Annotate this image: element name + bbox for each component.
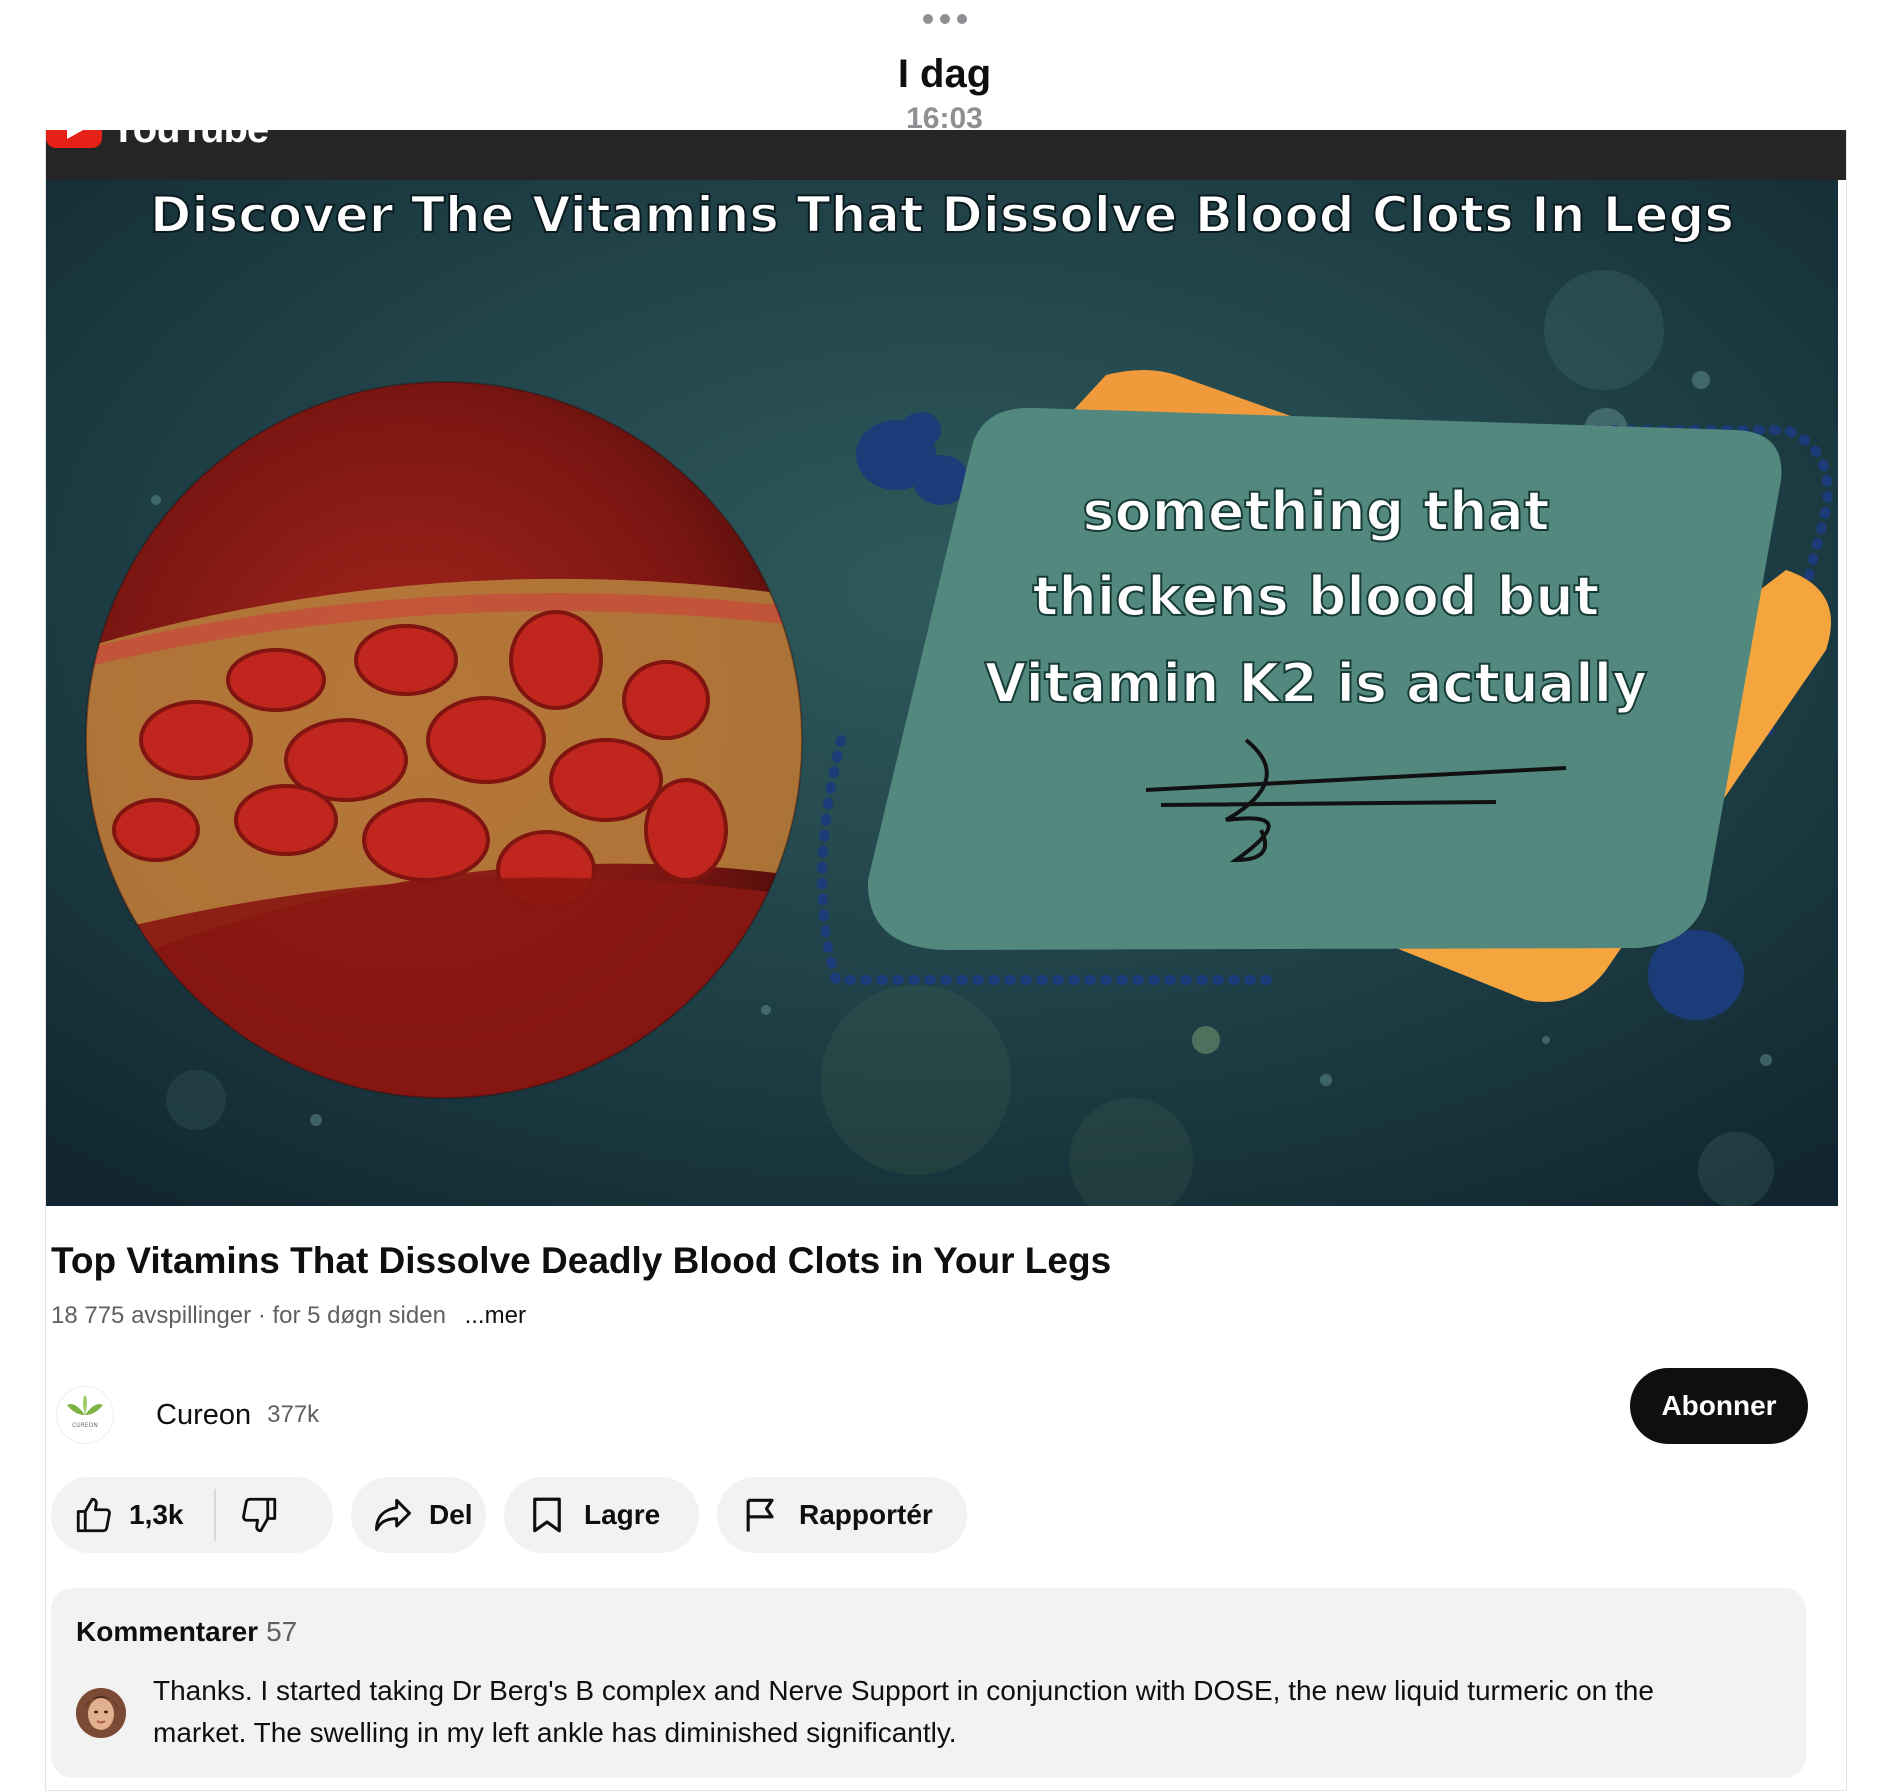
video-title[interactable]: Top Vitamins That Dissolve Deadly Blood … (51, 1240, 1111, 1282)
video-meta: 18 775 avspillinger · for 5 døgn siden .… (51, 1302, 526, 1330)
comments-count: 57 (266, 1616, 298, 1647)
share-button[interactable]: Del (351, 1477, 486, 1553)
dislike-icon (241, 1497, 276, 1533)
save-icon (533, 1497, 561, 1533)
bubble-line-2: thickens blood but (1033, 565, 1600, 628)
more-options-icon[interactable] (922, 14, 967, 24)
commenter-face-icon (76, 1688, 126, 1738)
comments-header: Kommentarer 57 (76, 1616, 297, 1648)
play-logo-icon (46, 130, 102, 148)
commenter-avatar[interactable] (76, 1688, 126, 1738)
like-divider (213, 1489, 216, 1541)
subscriber-count: 377k (267, 1401, 320, 1428)
report-flag-icon (746, 1498, 774, 1532)
date-label: I dag (897, 52, 992, 96)
conversation-header: I dag 16:03 (0, 0, 1889, 135)
youtube-top-bar: YouTube (46, 130, 1846, 180)
comments-label: Kommentarer (76, 1616, 259, 1647)
save-label: Lagre (584, 1499, 661, 1530)
comments-panel[interactable]: Kommentarer 57 Thanks. I started taking D… (51, 1588, 1806, 1778)
top-comment-text: Thanks. I started taking Dr Berg's B com… (153, 1675, 1654, 1748)
channel-name[interactable]: Cureon (156, 1399, 251, 1432)
thumbnail-headline: Discover The Vitamins That Dissolve Bloo… (150, 186, 1734, 244)
channel-avatar[interactable]: CUREON (56, 1386, 114, 1444)
view-count: 18 775 avspillinger (51, 1302, 252, 1329)
share-icon (375, 1498, 411, 1532)
more-link[interactable]: ...mer (465, 1302, 526, 1329)
channel-row[interactable]: CUREON Cureon 377k (56, 1370, 319, 1460)
share-label: Del (429, 1499, 473, 1530)
report-label: Rapportér (799, 1499, 933, 1530)
dislike-button[interactable] (238, 1494, 280, 1536)
report-button[interactable]: Rapportér (717, 1477, 967, 1553)
subscribe-button[interactable]: Abonner (1630, 1368, 1808, 1444)
bubble-line-3: Vitamin K2 is actually (985, 652, 1648, 715)
youtube-share-card[interactable]: YouTube (45, 130, 1847, 1791)
youtube-wordmark: YouTube (110, 130, 269, 152)
youtube-logo: YouTube (46, 130, 269, 154)
video-thumbnail[interactable]: Discover The Vitamins That Dissolve Bloo… (46, 180, 1838, 1206)
like-dislike-pill: 1,3k (51, 1477, 333, 1553)
bubble-line-1: something that (1082, 480, 1549, 543)
channel-avatar-text: CUREON (72, 1422, 98, 1429)
like-count: 1,3k (129, 1499, 184, 1530)
like-icon (76, 1497, 111, 1533)
cureon-logo-icon: CUREON (67, 1395, 103, 1429)
upload-age: · for 5 døgn siden (257, 1302, 446, 1329)
save-button[interactable]: Lagre (504, 1477, 699, 1553)
like-button[interactable]: 1,3k (73, 1494, 184, 1536)
